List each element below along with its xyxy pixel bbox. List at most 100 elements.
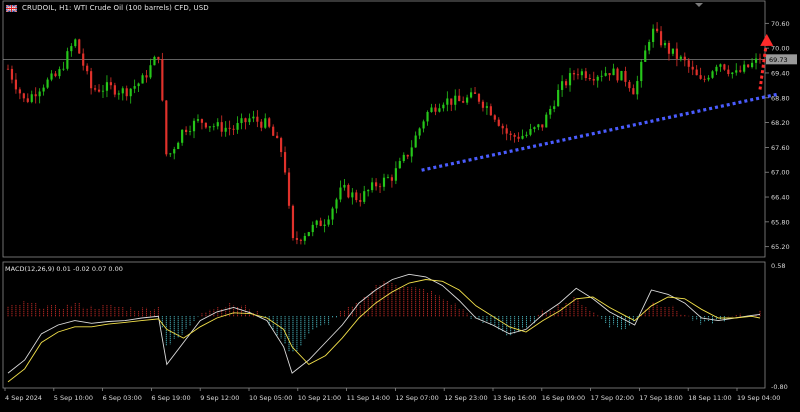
candle-body: [750, 62, 754, 68]
candle-body: [192, 120, 196, 132]
candle-body: [410, 147, 413, 157]
time-tick-label: 10 Sep 21:00: [298, 394, 341, 402]
candle-body: [240, 118, 243, 124]
candle-body: [169, 153, 172, 155]
macd-title: MACD(12,26,9) 0.01 -0.02 0.07 0.00: [5, 265, 123, 273]
time-tick-label: 4 Sep 2024: [5, 394, 42, 402]
candle-body: [462, 101, 465, 103]
price-tick-label: 70.60: [771, 20, 790, 28]
candle-body: [252, 116, 255, 119]
candle-body: [501, 125, 504, 129]
candle-body: [644, 50, 647, 62]
candle-body: [355, 192, 358, 201]
candle-body: [596, 76, 599, 81]
candle-body: [485, 106, 488, 108]
support-trendline: [421, 92, 778, 172]
candle-body: [541, 124, 544, 128]
candle-body: [188, 131, 192, 133]
candle-body: [374, 182, 378, 187]
candle-body: [454, 95, 457, 105]
candle-body: [493, 115, 496, 120]
candle-body: [359, 200, 362, 202]
price-pane-border: [2, 0, 766, 258]
candle-body: [331, 208, 334, 220]
candle-body: [280, 138, 283, 153]
candle-body: [283, 152, 287, 173]
candle-body: [711, 71, 714, 78]
candle-body: [438, 108, 441, 112]
candle-body: [200, 119, 204, 123]
candle-body: [315, 220, 318, 225]
price-tick-label: 67.00: [771, 169, 790, 177]
candle-body: [466, 97, 469, 103]
candle-body: [351, 192, 354, 198]
candle-body: [220, 122, 223, 132]
candle-body: [204, 122, 207, 128]
candle-body: [224, 127, 227, 132]
trading-chart[interactable]: 70.60 70.00 69.40 68.80 68.20 67.60 67.00 66.40…: [0, 0, 800, 408]
candle-body: [149, 65, 152, 78]
candle-body: [185, 129, 188, 133]
candle-body: [34, 94, 37, 97]
macd-tick-label: -0.80: [771, 383, 788, 391]
candle-body: [509, 133, 512, 135]
candle-body: [564, 81, 568, 86]
overlay-drawings[interactable]: [421, 33, 778, 172]
candle-body: [628, 81, 631, 89]
candle-body: [256, 116, 259, 122]
candle-body: [378, 186, 382, 188]
candle-body: [125, 88, 128, 97]
projection-arrow-head-icon: [760, 33, 774, 46]
candle-body: [481, 101, 485, 108]
time-axis: 4 Sep 2024 5 Sep 10:00 6 Sep 03:00 6 Sep 19…: [4, 388, 780, 402]
candle-body: [398, 161, 401, 169]
candle-body: [343, 184, 346, 188]
price-tick-label: 69.40: [771, 69, 790, 77]
price-tick-label: 68.20: [771, 119, 790, 127]
candle-body: [212, 126, 215, 128]
time-tick-label: 6 Sep 19:00: [151, 394, 190, 402]
candle-body: [497, 119, 500, 126]
candle-body: [707, 77, 710, 80]
scroll-marker-icon: [695, 3, 703, 7]
candle-body: [386, 177, 390, 179]
candle-body: [196, 119, 200, 121]
price-tick-label: 70.00: [771, 45, 790, 53]
candle-body: [307, 232, 310, 236]
candle-body: [260, 121, 263, 128]
candle-body: [521, 135, 524, 139]
candle-body: [42, 87, 45, 92]
candle-body: [604, 73, 607, 76]
candle-body: [656, 28, 659, 32]
candle-body: [477, 93, 481, 102]
candle-body: [173, 149, 176, 154]
candle-body: [671, 48, 675, 54]
candle-body: [473, 92, 477, 94]
candle-body: [287, 172, 291, 206]
candle-body: [422, 121, 425, 129]
candle-body: [141, 75, 144, 84]
candle-body: [38, 91, 41, 97]
candle-body: [14, 79, 18, 90]
candle-body: [327, 219, 330, 225]
candle-body: [295, 238, 299, 240]
candle-body: [382, 177, 386, 187]
candle-body: [533, 127, 536, 130]
candle-body: [236, 123, 239, 130]
candle-body: [46, 79, 49, 88]
candle-body: [679, 56, 682, 59]
candle-body: [600, 75, 603, 77]
current-price-label: 69.73: [769, 56, 788, 64]
candle-body: [153, 56, 156, 66]
candle-body: [157, 56, 160, 60]
candle-body: [97, 89, 101, 92]
candle-body: [695, 69, 698, 76]
candle-body: [640, 61, 643, 82]
candle-body: [592, 79, 595, 81]
candle-body: [450, 98, 453, 105]
candle-body: [517, 136, 520, 139]
chart-canvas[interactable]: 70.6070.0069.4068.8068.2067.6067.0066.40…: [0, 0, 800, 408]
candle-body: [430, 107, 433, 112]
macd-signal-line: [7, 279, 761, 383]
macd-series: [7, 273, 761, 383]
